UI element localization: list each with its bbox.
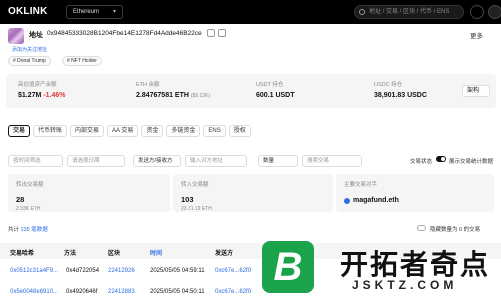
qrcode-icon[interactable] <box>218 29 226 37</box>
tab-token-transfers[interactable]: 代币转账 <box>33 125 68 137</box>
tab-approvals[interactable]: 授权 <box>228 125 251 137</box>
section-tabs: 交易 代币转账 内部交易 AA 交易 资金 多链资金 ENS 授权 <box>8 125 251 137</box>
incoming-card: 转入交易额 103 23.71.19 ETH <box>173 174 333 212</box>
col-hash: 交易哈希 <box>10 251 35 257</box>
chevron-down-icon: ▾ <box>113 9 117 15</box>
counterparty-input[interactable]: 输入对方地址 <box>185 155 247 167</box>
table-row-method: 0x4d722054 <box>66 268 100 274</box>
stat-value: 38,901.83 USDC <box>374 92 427 99</box>
search-placeholder: 地址 / 交易 / 区块 / 代币 / ENS <box>369 9 450 15</box>
stats-toggle-label: 展示交易统计数据 <box>449 159 494 165</box>
card-label: 主要交易对手 <box>344 182 378 188</box>
direction-select[interactable]: 发送方/接收方 <box>133 155 181 167</box>
theme-toggle-button[interactable] <box>470 5 484 19</box>
total-number: 135 笔数据 <box>20 227 48 233</box>
tab-assets[interactable]: 资金 <box>141 125 164 137</box>
table-row-time: 2025/05/05 04:50:11 <box>150 289 205 295</box>
stat-label: 高估值资产余额 <box>18 82 57 88</box>
stat-usdc: USDC 持仓 38,901.83 USDC <box>374 80 427 99</box>
col-method: 方法 <box>64 251 77 257</box>
total-count: 共计 135 笔数据 <box>8 225 48 233</box>
card-label: 转入交易额 <box>181 182 209 188</box>
stat-eth-balance: ETH 余额 2.84767581 ETH ($5.12K) <box>136 80 210 99</box>
user-menu-button[interactable] <box>488 5 501 19</box>
address-hash: 0x94845333028B1204Fbe14E1278Fd4Adde46B22… <box>47 30 202 37</box>
col-time[interactable]: 时间 <box>150 248 162 257</box>
outgoing-card: 转出交易额 28 2.33K ETH <box>8 174 170 212</box>
copy-icon[interactable] <box>207 29 215 37</box>
stat-label: ETH 余额 <box>136 82 160 88</box>
stats-toggle[interactable] <box>436 156 446 162</box>
hide-zero-label: 隐藏数量为 0 的交易 <box>430 227 481 233</box>
tx-search-input[interactable]: 搜索交易 <box>302 155 362 167</box>
tag-donal-trump[interactable]: # Donal Trump <box>8 56 51 66</box>
card-sub: 23.71.19 ETH <box>181 206 212 212</box>
card-value: 28 <box>16 195 25 204</box>
time-filter[interactable]: 按时间筛选 <box>8 155 63 167</box>
tab-ens[interactable]: ENS <box>203 125 226 137</box>
address-actions <box>207 29 226 37</box>
page-title: 地址 <box>29 32 43 39</box>
watermark-logo: B <box>262 241 314 293</box>
network-label: Ethereum <box>73 9 100 15</box>
table-row-block[interactable]: 22412926 <box>108 268 135 274</box>
watermark-title: 开拓者奇点 <box>340 249 491 280</box>
col-block: 区块 <box>108 251 121 257</box>
table-row-hash[interactable]: 0x5e0048e6910... <box>10 289 58 295</box>
card-label: 转出交易额 <box>16 182 44 188</box>
table-row-from[interactable]: 0xc67e...62f0 <box>215 268 251 274</box>
counterparty-card: 主要交易对手 magafund.eth <box>336 174 494 212</box>
more-button[interactable]: 更多 <box>470 30 483 40</box>
global-search-input[interactable]: 地址 / 交易 / 区块 / 代币 / ENS <box>354 5 464 19</box>
stat-usdt: USDT 持仓 600.1 USDT <box>256 80 295 99</box>
tab-aa[interactable]: AA 交易 <box>107 125 139 137</box>
table-row-method: 0x4920646f <box>66 289 98 295</box>
stat-value: 2.84767581 ETH <box>136 92 189 99</box>
search-icon <box>359 9 365 15</box>
stat-usd: ($5.12K) <box>190 93 211 99</box>
top-navigation-bar: OKLINK Ethereum ▾ 地址 / 交易 / 区块 / 代币 / EN… <box>0 0 501 24</box>
watermark-letter: B <box>273 244 303 289</box>
card-sub: 2.33K ETH <box>16 206 41 212</box>
sort-select[interactable]: 架构 <box>462 85 490 97</box>
stat-label: USDT 持仓 <box>256 82 284 88</box>
follow-address-link[interactable]: 添加为关注地址 <box>12 46 47 53</box>
stat-value: 600.1 USDT <box>256 92 295 99</box>
tab-internal[interactable]: 内部交易 <box>70 125 105 137</box>
table-row-block[interactable]: 22412883 <box>108 289 135 295</box>
table-row-hash[interactable]: 0x0512c31a4F9... <box>10 268 58 274</box>
stat-total-value: 高估值资产余额 $1.27M -1.46% <box>18 80 66 99</box>
tab-multichain[interactable]: 多链资金 <box>166 125 201 137</box>
oklink-logo[interactable]: OKLINK <box>8 6 48 17</box>
card-value: 103 <box>181 195 194 204</box>
stat-value: $1.27M <box>18 92 42 99</box>
network-selector[interactable]: Ethereum ▾ <box>66 5 124 19</box>
status-filter[interactable]: 交易状态 <box>410 157 432 165</box>
hide-zero-switch[interactable] <box>417 225 426 231</box>
watermark-subtitle: JSKTZ.COM <box>352 278 458 292</box>
col-from: 发送方 <box>215 251 234 257</box>
address-avatar <box>8 28 24 44</box>
ens-icon <box>344 197 350 204</box>
stat-label: USDC 持仓 <box>374 82 403 88</box>
amount-select[interactable]: 数量 <box>258 155 298 167</box>
ens-name[interactable]: magafund.eth <box>353 197 399 204</box>
tag-nft-holder[interactable]: # NFT Holder <box>62 56 102 66</box>
stat-change: -1.46% <box>43 92 66 99</box>
balance-overview: 高估值资产余额 $1.27M -1.46% ETH 余额 2.84767581 … <box>6 74 496 108</box>
tab-transactions[interactable]: 交易 <box>8 125 31 137</box>
date-picker[interactable]: 请选择日期 <box>67 155 125 167</box>
total-prefix: 共计 <box>8 227 20 233</box>
table-row-from[interactable]: 0xc67e...62f0 <box>215 289 251 295</box>
table-row-time: 2025/05/05 04:59:11 <box>150 268 205 274</box>
